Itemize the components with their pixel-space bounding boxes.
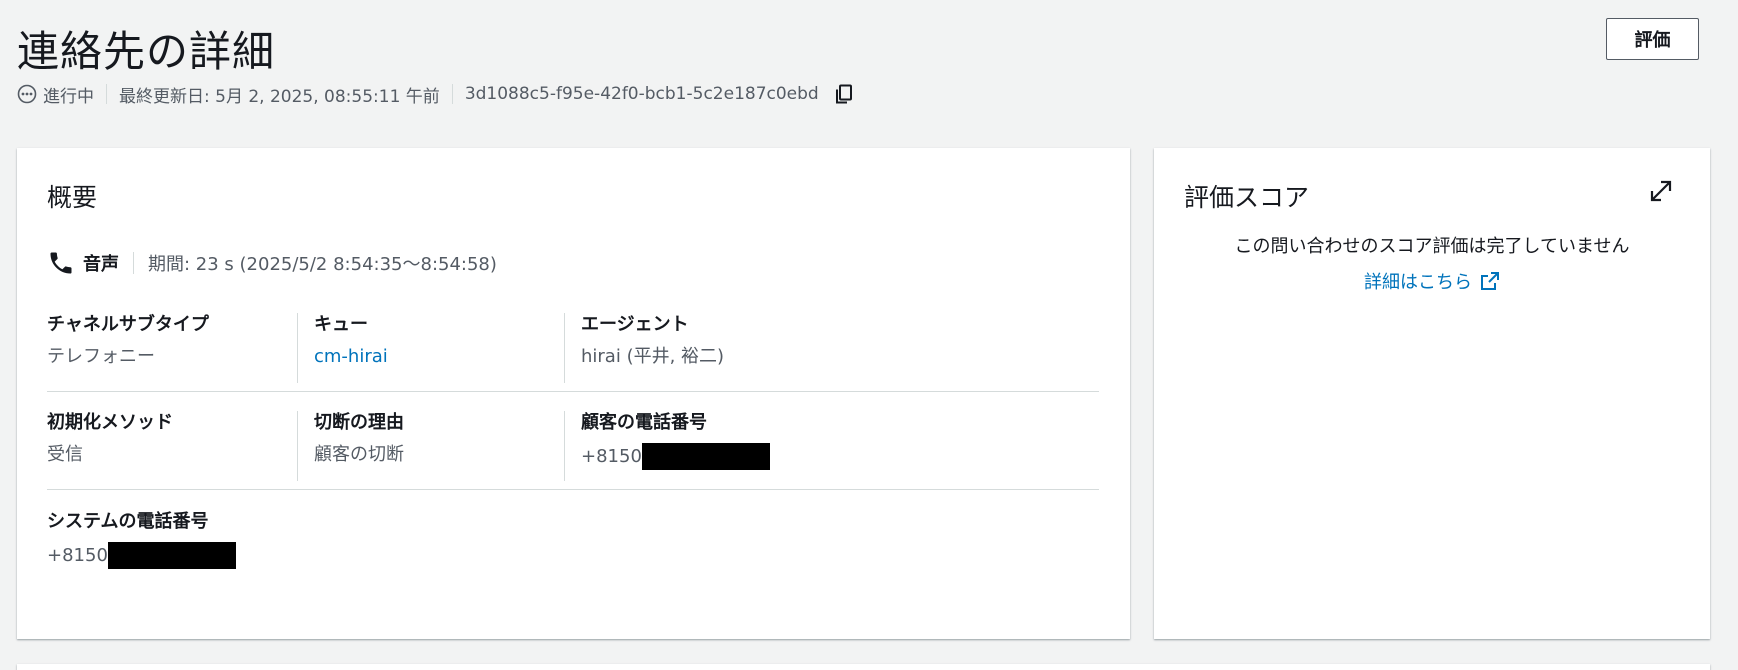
- overview-card: 概要 音声 期間: 23 s (2025/5/2 8:54:35〜8:54:58…: [17, 148, 1130, 639]
- system-phone-value: +8150: [47, 542, 297, 569]
- copy-icon[interactable]: [833, 83, 855, 105]
- meta-divider: [106, 84, 107, 104]
- redacted-block: [107, 542, 236, 569]
- customer-phone-value: +8150: [581, 443, 864, 470]
- external-link-icon: [1480, 271, 1500, 291]
- channel-divider: [133, 252, 134, 274]
- score-title: 評価スコア: [1184, 183, 1310, 212]
- system-phone-field: システムの電話番号 +8150: [47, 510, 297, 580]
- status-dots-icon: [17, 84, 37, 104]
- init-method-field: 初期化メソッド 受信: [47, 411, 297, 481]
- next-section-card: [17, 664, 1710, 670]
- score-card: 評価スコア この問い合わせのスコア評価は完了していません 詳細はこちら: [1154, 148, 1710, 639]
- channel-subtype-field: チャネルサブタイプ テレフォニー: [47, 313, 297, 383]
- field-value: hirai (平井, 裕二): [581, 346, 725, 367]
- agent-field: エージェント hirai (平井, 裕二): [564, 313, 864, 383]
- queue-link[interactable]: cm-hirai: [314, 345, 564, 369]
- contact-details-page: 連絡先の詳細 評価 進行中 最終更新日: 5月 2, 2025, 08:55:1…: [0, 0, 1738, 670]
- field-label: 初期化メソッド: [47, 412, 173, 433]
- expand-icon[interactable]: [1648, 178, 1674, 204]
- field-value: テレフォニー: [47, 346, 155, 367]
- evaluate-button[interactable]: 評価: [1606, 18, 1699, 60]
- redacted-block: [641, 443, 770, 470]
- phone-prefix: +8150: [47, 544, 108, 566]
- field-label: 顧客の電話番号: [581, 412, 707, 433]
- call-duration: 期間: 23 s (2025/5/2 8:54:35〜8:54:58): [148, 254, 497, 275]
- customer-phone-field: 顧客の電話番号 +8150: [564, 411, 864, 481]
- phone-prefix: +8150: [581, 445, 642, 467]
- field-label: キュー: [314, 314, 368, 335]
- row-divider: [47, 391, 1099, 392]
- score-message: この問い合わせのスコア評価は完了していません: [1234, 236, 1630, 257]
- meta-divider: [451, 84, 453, 104]
- field-value: 顧客の切断: [314, 444, 404, 465]
- row-divider: [47, 489, 1099, 490]
- field-label: 切断の理由: [314, 412, 404, 433]
- channel-row: 音声 期間: 23 s (2025/5/2 8:54:35〜8:54:58): [47, 248, 497, 278]
- overview-title: 概要: [47, 183, 98, 212]
- status-indicator: 進行中: [17, 82, 94, 107]
- contact-meta: 進行中 最終更新日: 5月 2, 2025, 08:55:11 午前 3d108…: [17, 80, 855, 108]
- field-label: エージェント: [581, 314, 689, 335]
- field-label: チャネルサブタイプ: [47, 314, 209, 335]
- queue-field: キュー cm-hirai: [297, 313, 564, 383]
- last-updated: 最終更新日: 5月 2, 2025, 08:55:11 午前: [119, 86, 440, 107]
- channel-type: 音声: [83, 254, 119, 275]
- learn-more-text[interactable]: 詳細はこちら: [1364, 268, 1472, 294]
- page-title: 連絡先の詳細: [17, 27, 276, 76]
- status-text: 進行中: [43, 86, 94, 107]
- field-value: 受信: [47, 444, 83, 465]
- contact-id: 3d1088c5-f95e-42f0-bcb1-5c2e187c0ebd: [464, 84, 819, 104]
- phone-icon: [47, 249, 75, 277]
- field-label: システムの電話番号: [47, 511, 209, 532]
- learn-more-link[interactable]: 詳細はこちら: [1154, 268, 1710, 294]
- disconnect-reason-field: 切断の理由 顧客の切断: [297, 411, 564, 481]
